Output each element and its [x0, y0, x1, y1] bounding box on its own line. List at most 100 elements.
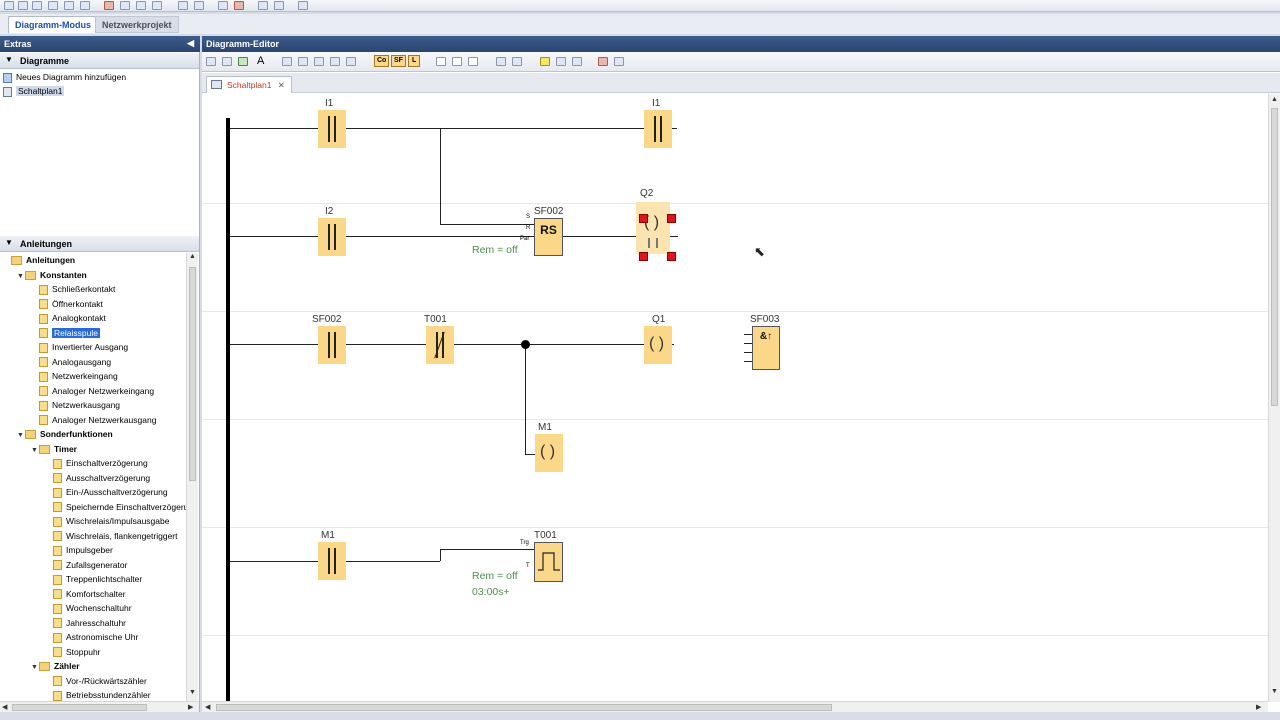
- help-icon[interactable]: [298, 1, 308, 10]
- expand-arrow-icon[interactable]: ▼: [16, 270, 25, 284]
- tree-hscrollbar[interactable]: ◀ ▶: [0, 701, 199, 712]
- copy-icon[interactable]: [136, 1, 146, 10]
- tree-item[interactable]: Netzwerkausgang: [30, 398, 120, 412]
- tree-item[interactable]: Vor-/Rückwärtszähler: [44, 674, 147, 688]
- plc-to-pc-icon[interactable]: [274, 1, 284, 10]
- align-center-icon[interactable]: [298, 57, 308, 66]
- tree-item[interactable]: Invertierter Ausgang: [30, 340, 128, 354]
- collapse-panel-icon[interactable]: ◀: [187, 38, 194, 49]
- connect-tool-icon[interactable]: [222, 57, 232, 66]
- chevron-down-icon[interactable]: ▼: [5, 55, 13, 64]
- select-tool-icon[interactable]: [206, 57, 216, 66]
- paste-icon[interactable]: [152, 1, 162, 10]
- selection-handle[interactable]: [667, 214, 676, 223]
- tree-folder[interactable]: ▼ Timer: [30, 442, 77, 456]
- tree-hscroll-thumb[interactable]: [12, 704, 147, 711]
- cut-icon[interactable]: [120, 1, 130, 10]
- contact-i1[interactable]: [318, 110, 346, 148]
- add-diagram-item[interactable]: Neues Diagramm hinzufügen: [3, 70, 126, 84]
- special-functions-button[interactable]: SF: [391, 55, 406, 67]
- tree-scrollbar[interactable]: ▲ ▼: [186, 253, 198, 701]
- grid-icon[interactable]: [556, 57, 566, 66]
- tree-item[interactable]: Ausschaltverzögerung: [44, 471, 150, 485]
- split-vertical-icon[interactable]: [468, 57, 478, 66]
- text-tool-icon[interactable]: A: [257, 55, 264, 67]
- folder-icon[interactable]: [32, 1, 42, 10]
- pc-to-plc-icon[interactable]: [258, 1, 268, 10]
- ladder-canvas[interactable]: I1 I1 I2 SF002 RS S R Par Rem = off Q2 (…: [202, 94, 1268, 702]
- tab-schaltplan1[interactable]: Schaltplan1 ✕: [206, 76, 292, 93]
- new-icon[interactable]: [4, 1, 14, 10]
- selection-handle[interactable]: [667, 252, 676, 261]
- canvas-vscroll-thumb[interactable]: [1271, 108, 1278, 406]
- online-test-icon[interactable]: [614, 57, 624, 66]
- scroll-down-icon[interactable]: ▼: [1269, 688, 1280, 695]
- tree-item[interactable]: Analoger Netzwerkausgang: [30, 413, 156, 427]
- table-icon[interactable]: [572, 57, 582, 66]
- contact-t001-nc[interactable]: [426, 326, 454, 364]
- timer-block-t001[interactable]: [534, 542, 563, 582]
- udf-button[interactable]: L: [408, 55, 421, 67]
- tree-item[interactable]: Wischrelais/Impulsausgabe: [44, 514, 169, 528]
- tree-folder[interactable]: ▼ Sonderfunktionen: [16, 427, 113, 441]
- coil-m1[interactable]: ( ): [535, 434, 563, 472]
- scroll-left-icon[interactable]: ◀: [205, 703, 210, 711]
- tab-diagram-mode[interactable]: Diagramm-Modus: [8, 16, 99, 33]
- tree-item[interactable]: Wischrelais, flankengetriggert: [44, 529, 178, 543]
- canvas-vscrollbar[interactable]: ▲ ▼: [1268, 94, 1280, 702]
- zoom-out-icon[interactable]: [512, 57, 522, 66]
- expand-arrow-icon[interactable]: ▼: [30, 444, 39, 458]
- coil-q2-selected[interactable]: ( ): [636, 202, 670, 254]
- scroll-down-icon[interactable]: ▼: [187, 689, 198, 696]
- block-tool-icon[interactable]: [238, 57, 248, 66]
- split-horizontal-icon[interactable]: [452, 57, 462, 66]
- expand-arrow-icon[interactable]: ▼: [30, 661, 39, 675]
- selection-handle[interactable]: [639, 252, 648, 261]
- align-middle-icon[interactable]: [330, 57, 340, 66]
- tree-folder[interactable]: ▼ Zähler: [30, 659, 80, 673]
- tree-item[interactable]: Speichernde Einschaltverzögerung: [44, 500, 186, 514]
- constants-button[interactable]: Co: [374, 55, 390, 67]
- tree-item[interactable]: Wochenschaltuhr: [44, 601, 132, 615]
- scroll-up-icon[interactable]: ▲: [1269, 96, 1280, 103]
- rs-block-sf002[interactable]: RS: [534, 218, 563, 256]
- contact-i2[interactable]: [318, 218, 346, 256]
- delete-icon[interactable]: [104, 1, 114, 10]
- tree-item[interactable]: Zufallsgenerator: [44, 558, 127, 572]
- contact-sf002[interactable]: [318, 326, 346, 364]
- close-icon[interactable]: ✕: [278, 80, 285, 90]
- tree-scroll-thumb[interactable]: [189, 267, 196, 481]
- tree-item[interactable]: Analogausgang: [30, 355, 111, 369]
- tree-item[interactable]: Analoger Netzwerkeingang: [30, 384, 154, 398]
- highlight-icon[interactable]: [540, 57, 550, 66]
- scroll-left-icon[interactable]: ◀: [2, 703, 7, 711]
- open-icon[interactable]: [18, 1, 28, 10]
- tree-item[interactable]: Betriebsstundenzähler: [44, 688, 151, 701]
- tree-folder[interactable]: ▼ Konstanten: [16, 268, 87, 282]
- scroll-up-icon[interactable]: ▲: [187, 253, 198, 260]
- tree-item[interactable]: Öffnerkontakt: [30, 297, 103, 311]
- selection-handle[interactable]: [639, 214, 648, 223]
- tree-item[interactable]: Netzwerkeingang: [30, 369, 118, 383]
- stop-icon[interactable]: [234, 1, 244, 10]
- tree-folder[interactable]: Anleitungen: [2, 253, 75, 267]
- chevron-down-icon[interactable]: ▼: [5, 238, 13, 247]
- diagram-item-schaltplan1[interactable]: Schaltplan1: [3, 84, 65, 98]
- single-view-icon[interactable]: [436, 57, 446, 66]
- tree-item[interactable]: Jahresschaltuhr: [44, 616, 126, 630]
- tree-item[interactable]: Treppenlichtschalter: [44, 572, 142, 586]
- tree-item[interactable]: Einschaltverzögerung: [44, 456, 148, 470]
- tree-item[interactable]: Astronomische Uhr: [44, 630, 138, 644]
- tab-network-project[interactable]: Netzwerkprojekt: [95, 16, 179, 33]
- print-icon[interactable]: [80, 1, 90, 10]
- diagrams-section-header[interactable]: ▼ Diagramme: [0, 53, 199, 69]
- and-edge-block-sf003[interactable]: &↑: [752, 326, 780, 370]
- expand-arrow-icon[interactable]: ▼: [16, 429, 25, 443]
- zoom-in-icon[interactable]: [496, 57, 506, 66]
- tree-item[interactable]: Stoppuhr: [44, 645, 101, 659]
- save-icon[interactable]: [64, 1, 74, 10]
- align-bottom-icon[interactable]: [346, 57, 356, 66]
- redo-icon[interactable]: [194, 1, 204, 10]
- align-left-icon[interactable]: [282, 57, 292, 66]
- canvas-hscrollbar[interactable]: ◀ ▶: [202, 701, 1268, 712]
